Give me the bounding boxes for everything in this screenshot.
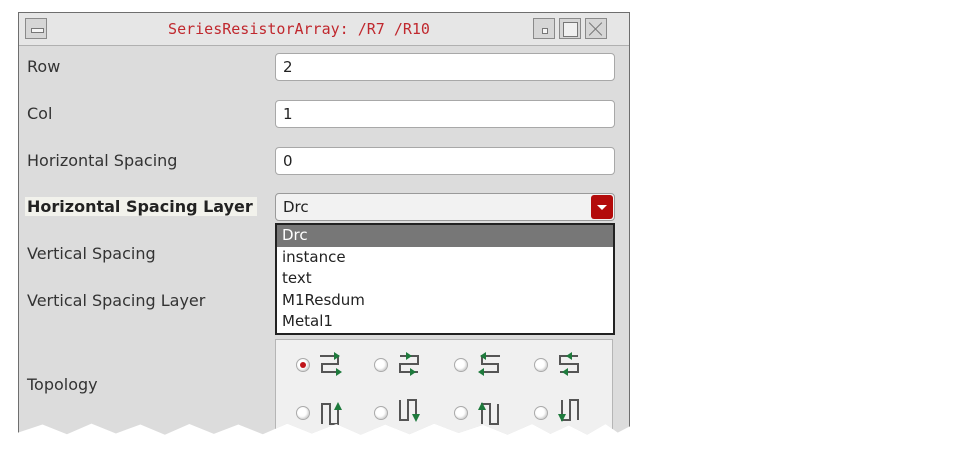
vertical-spacing-label: Vertical Spacing bbox=[27, 244, 156, 263]
dropdown-item-m1resdum[interactable]: M1Resdum bbox=[277, 290, 613, 312]
horizontal-spacing-label: Horizontal Spacing bbox=[27, 151, 178, 170]
topology-option-5[interactable] bbox=[296, 398, 352, 428]
horizontal-serpentine-left-alt-icon bbox=[559, 352, 579, 376]
minimize-icon[interactable] bbox=[533, 18, 555, 39]
dropdown-item-instance[interactable]: instance bbox=[277, 247, 613, 269]
close-icon[interactable] bbox=[585, 18, 607, 39]
topology-option-4[interactable] bbox=[534, 350, 590, 380]
dropdown-arrow-icon[interactable] bbox=[591, 195, 613, 219]
topology-radio-4[interactable] bbox=[534, 358, 548, 372]
dropdown-item-drc[interactable]: Drc bbox=[277, 225, 613, 247]
col-field[interactable]: 1 bbox=[275, 100, 615, 128]
horizontal-spacing-layer-value: Drc bbox=[283, 198, 309, 216]
dropdown-item-text[interactable]: text bbox=[277, 268, 613, 290]
topology-option-1[interactable] bbox=[296, 350, 352, 380]
horizontal-spacing-field[interactable]: 0 bbox=[275, 147, 615, 175]
row-label: Row bbox=[27, 57, 61, 76]
topology-radio-5[interactable] bbox=[296, 406, 310, 420]
horizontal-serpentine-left-icon bbox=[478, 352, 500, 376]
dropdown-item-metal1[interactable]: Metal1 bbox=[277, 311, 613, 333]
topology-option-3[interactable] bbox=[454, 350, 510, 380]
col-label: Col bbox=[27, 104, 53, 123]
title-bar[interactable]: SeriesResistorArray: /R7 /R10 bbox=[19, 13, 629, 46]
topology-radio-3[interactable] bbox=[454, 358, 468, 372]
layer-dropdown-list: Drc instance text M1Resdum Metal1 bbox=[275, 223, 615, 335]
topology-panel bbox=[275, 339, 613, 435]
horizontal-spacing-layer-label: Horizontal Spacing Layer bbox=[25, 197, 257, 216]
vertical-serpentine-down-alt-icon bbox=[558, 399, 579, 422]
vertical-serpentine-down-icon bbox=[399, 399, 420, 422]
topology-radio-2[interactable] bbox=[374, 358, 388, 372]
vertical-spacing-layer-label: Vertical Spacing Layer bbox=[27, 291, 206, 310]
topology-radio-6[interactable] bbox=[374, 406, 388, 420]
row-field[interactable]: 2 bbox=[275, 53, 615, 81]
topology-label: Topology bbox=[27, 375, 98, 394]
horizontal-spacing-layer-select[interactable]: Drc bbox=[275, 193, 615, 221]
series-resistor-array-dialog: SeriesResistorArray: /R7 /R10 Row 2 Col … bbox=[18, 12, 630, 435]
vertical-serpentine-up-icon bbox=[321, 402, 342, 425]
topology-option-2[interactable] bbox=[374, 350, 430, 380]
maximize-icon[interactable] bbox=[559, 18, 581, 39]
vertical-serpentine-up-alt-icon bbox=[478, 402, 499, 425]
topology-option-7[interactable] bbox=[454, 398, 510, 428]
topology-radio-7[interactable] bbox=[454, 406, 468, 420]
topology-radio-1[interactable] bbox=[296, 358, 310, 372]
horizontal-serpentine-right-alt-icon bbox=[399, 352, 419, 376]
topology-option-8[interactable] bbox=[534, 398, 590, 428]
horizontal-serpentine-right-icon bbox=[320, 352, 342, 376]
topology-option-6[interactable] bbox=[374, 398, 430, 428]
window-title: SeriesResistorArray: /R7 /R10 bbox=[168, 20, 430, 38]
topology-radio-8[interactable] bbox=[534, 406, 548, 420]
